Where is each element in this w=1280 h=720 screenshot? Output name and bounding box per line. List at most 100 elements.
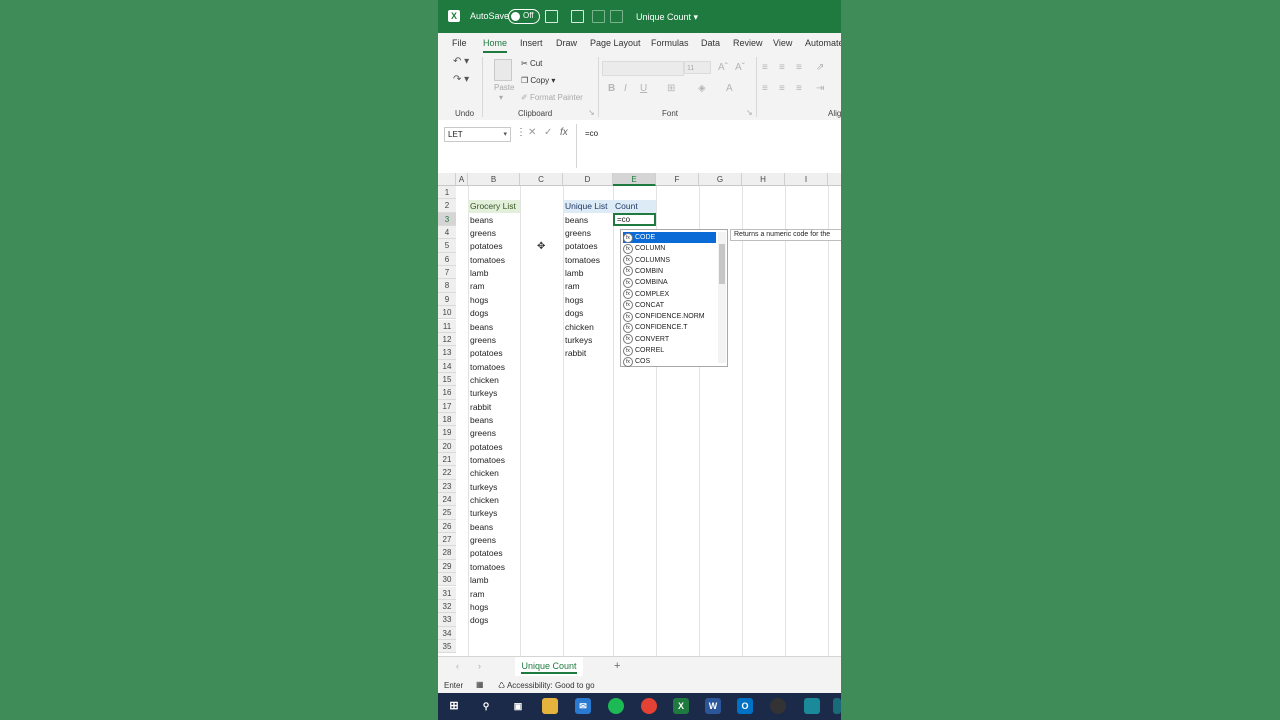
row-header[interactable]: 8 — [438, 279, 456, 293]
row-header[interactable]: 21 — [438, 453, 456, 467]
row-header[interactable]: 32 — [438, 599, 456, 614]
autocomplete-item[interactable]: fx CONFIDENCE.T — [623, 322, 716, 333]
align-center-icon[interactable]: ≡ — [779, 83, 785, 94]
prev-sheet-icon[interactable]: ‹ — [456, 661, 459, 671]
column-header-i[interactable]: I — [785, 173, 828, 186]
search-icon[interactable]: ⚲ — [478, 698, 494, 714]
grocery-item-cell[interactable]: chicken — [470, 375, 499, 385]
row-header[interactable]: 4 — [438, 226, 456, 240]
row-header[interactable]: 28 — [438, 546, 456, 560]
select-all-corner[interactable] — [438, 173, 456, 186]
column-header-h[interactable]: H — [742, 173, 785, 186]
app-icon[interactable] — [804, 698, 820, 714]
row-header[interactable]: 25 — [438, 506, 456, 520]
autosave-toggle[interactable]: Off — [508, 9, 540, 24]
row-header[interactable]: 10 — [438, 306, 456, 320]
row-header[interactable]: 6 — [438, 252, 456, 267]
chrome-icon[interactable] — [641, 698, 657, 714]
column-header-b[interactable]: B — [468, 173, 520, 186]
macro-record-icon[interactable]: ▦ — [476, 680, 484, 689]
grocery-item-cell[interactable]: turkeys — [470, 388, 497, 398]
grocery-item-cell[interactable]: potatoes — [470, 348, 503, 358]
grocery-item-cell[interactable]: tomatoes — [470, 455, 505, 465]
sheet-tab-unique-count[interactable]: Unique Count — [515, 657, 583, 676]
row-header[interactable]: 17 — [438, 399, 456, 413]
tab-page-layout[interactable]: Page Layout — [590, 38, 641, 48]
font-color-icon[interactable]: A — [726, 83, 733, 94]
autocomplete-item[interactable]: fx CONFIDENCE.NORM — [623, 311, 716, 322]
align-right-icon[interactable]: ≡ — [796, 83, 802, 94]
fill-color-icon[interactable]: ◈ — [698, 83, 706, 94]
grocery-item-cell[interactable]: greens — [470, 535, 496, 545]
bold-icon[interactable]: B — [608, 83, 615, 94]
row-header[interactable]: 14 — [438, 359, 456, 373]
grocery-item-cell[interactable]: ram — [470, 589, 485, 599]
grocery-item-cell[interactable]: turkeys — [470, 482, 497, 492]
unique-list-header[interactable]: Unique List — [565, 201, 608, 211]
font-size-select[interactable]: 11 — [684, 61, 711, 74]
unique-item-cell[interactable]: hogs — [565, 295, 583, 305]
dialog-launcher-icon[interactable]: ↘ — [588, 108, 595, 117]
row-header[interactable]: 23 — [438, 479, 456, 494]
row-header[interactable]: 7 — [438, 266, 456, 280]
grocery-item-cell[interactable]: beans — [470, 415, 493, 425]
insert-function-icon[interactable]: fx — [560, 127, 568, 138]
row-header[interactable]: 16 — [438, 386, 456, 400]
excel-taskbar-icon[interactable]: X — [673, 698, 689, 714]
grocery-item-cell[interactable]: chicken — [470, 468, 499, 478]
paste-icon[interactable] — [494, 59, 512, 81]
align-middle-icon[interactable]: ≡ — [779, 62, 785, 73]
unique-item-cell[interactable]: ram — [565, 281, 580, 291]
grocery-item-cell[interactable]: dogs — [470, 308, 488, 318]
column-header-a[interactable]: A — [456, 173, 468, 186]
row-header[interactable]: 13 — [438, 346, 456, 360]
edit-icon[interactable] — [571, 10, 584, 23]
print-icon[interactable] — [592, 10, 605, 23]
row-header[interactable]: 9 — [438, 292, 456, 307]
cut-button[interactable]: ✂ Cut — [521, 59, 542, 68]
tab-draw[interactable]: Draw — [556, 38, 577, 48]
tab-formulas[interactable]: Formulas — [651, 38, 689, 48]
cancel-icon[interactable]: ✕ — [528, 127, 536, 138]
unique-item-cell[interactable]: tomatoes — [565, 255, 600, 265]
row-header[interactable]: 11 — [438, 319, 456, 333]
mail-icon[interactable]: ✉ — [575, 698, 591, 714]
accessibility-status[interactable]: ♺ Accessibility: Good to go — [498, 681, 595, 690]
autocomplete-item[interactable]: fx COMPLEX — [623, 289, 716, 300]
tab-automate[interactable]: Automate — [805, 38, 841, 48]
row-header[interactable]: 27 — [438, 533, 456, 547]
grocery-item-cell[interactable]: turkeys — [470, 508, 497, 518]
underline-icon[interactable]: U — [640, 83, 647, 94]
grocery-item-cell[interactable]: tomatoes — [470, 255, 505, 265]
file-explorer-icon[interactable] — [542, 698, 558, 714]
row-header[interactable]: 34 — [438, 626, 456, 640]
grocery-item-cell[interactable]: potatoes — [470, 548, 503, 558]
grocery-item-cell[interactable]: potatoes — [470, 241, 503, 251]
grocery-item-cell[interactable]: hogs — [470, 295, 488, 305]
grocery-item-cell[interactable]: beans — [470, 322, 493, 332]
tab-file[interactable]: File — [452, 38, 467, 48]
row-header[interactable]: 15 — [438, 372, 456, 387]
align-bottom-icon[interactable]: ≡ — [796, 62, 802, 73]
indent-icon[interactable]: ⇥ — [816, 83, 824, 94]
format-painter-button[interactable]: ✐ Format Painter — [521, 93, 583, 102]
row-header[interactable]: 30 — [438, 573, 456, 587]
tab-insert[interactable]: Insert — [520, 38, 543, 48]
paste-button[interactable]: Paste — [494, 83, 514, 92]
next-sheet-icon[interactable]: › — [478, 661, 481, 671]
grocery-item-cell[interactable]: tomatoes — [470, 562, 505, 572]
grocery-list-header[interactable]: Grocery List — [470, 201, 516, 211]
active-cell-e3[interactable]: =co — [613, 213, 656, 226]
redo-icon[interactable]: ↷ ▾ — [453, 74, 469, 85]
grocery-item-cell[interactable]: greens — [470, 335, 496, 345]
tab-review[interactable]: Review — [733, 38, 763, 48]
grocery-item-cell[interactable]: potatoes — [470, 442, 503, 452]
unique-item-cell[interactable]: rabbit — [565, 348, 586, 358]
grocery-item-cell[interactable]: tomatoes — [470, 362, 505, 372]
tab-view[interactable]: View — [773, 38, 792, 48]
autocomplete-item[interactable]: fx CONCAT — [623, 300, 716, 311]
column-header-e[interactable]: E — [613, 173, 656, 186]
row-header[interactable]: 18 — [438, 412, 456, 427]
grocery-item-cell[interactable]: ram — [470, 281, 485, 291]
row-header[interactable]: 12 — [438, 332, 456, 347]
